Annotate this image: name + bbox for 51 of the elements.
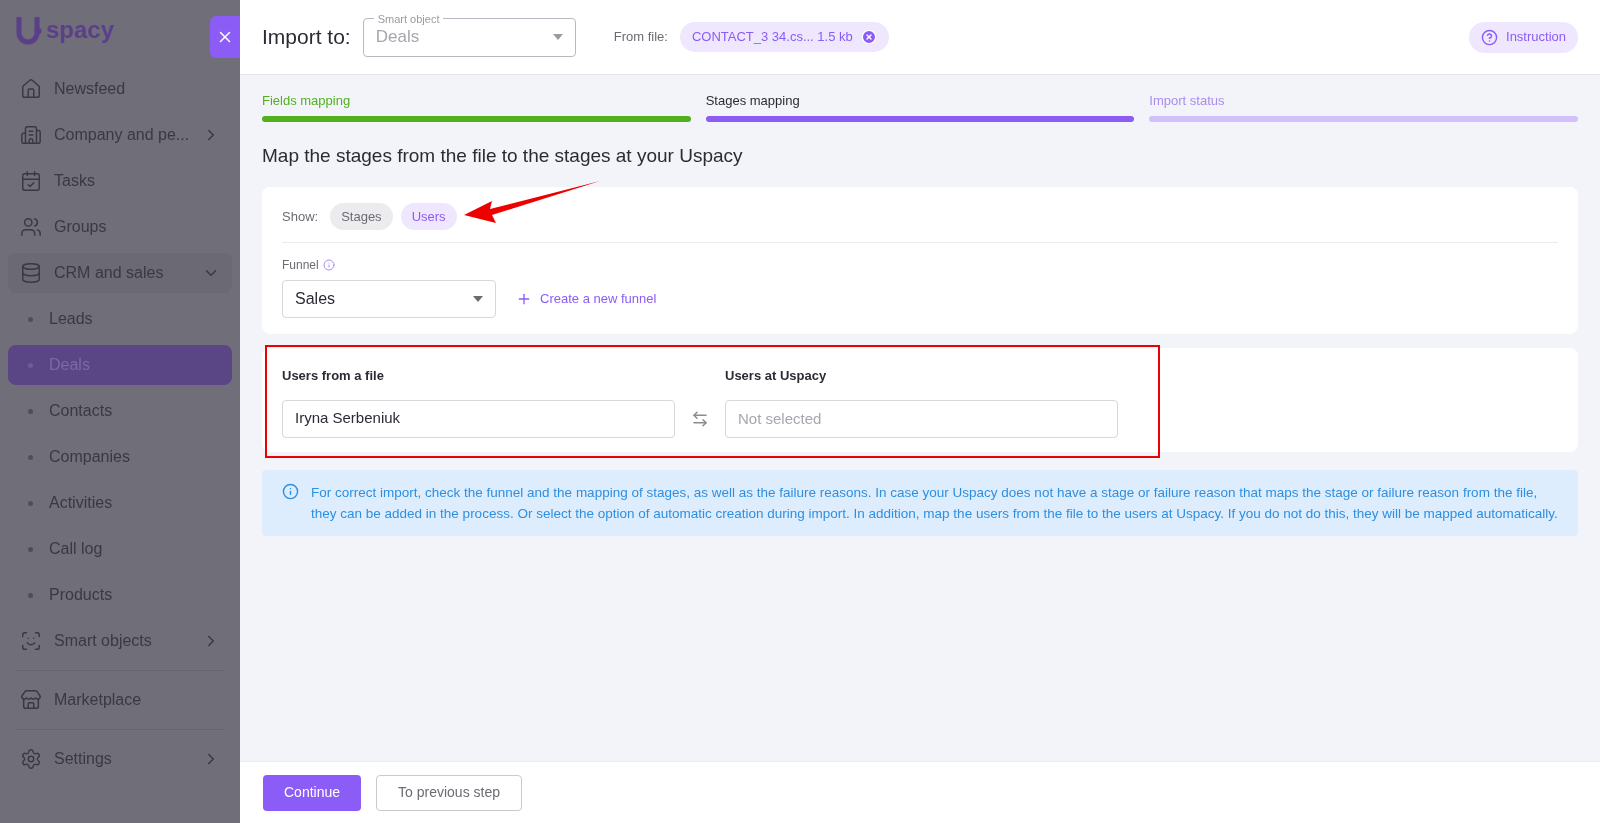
sidebar-item[interactable]: Products: [8, 575, 232, 615]
instruction-button[interactable]: Instruction: [1469, 21, 1578, 53]
sidebar-item[interactable]: Settings: [8, 739, 232, 779]
user-select-field[interactable]: Not selected: [725, 399, 1118, 438]
info-text: For correct import, check the funnel and the mapping of stages, as well as the failure reasons. In case your Uspacy does not have a stage or failure reason that maps the stage or failure reason from the file, they can be added in the process. Or select the option of automatic creation during import. In addition, map the users from the file to the users at Uspacy. If you do not do this, they will be mapped automatically.: [311, 484, 1558, 523]
store-icon: [20, 689, 42, 711]
funnel-label: Funnel: [282, 257, 319, 274]
sidebar-item[interactable]: Call log: [8, 529, 232, 569]
sidebar-item[interactable]: Smart objects: [8, 621, 232, 661]
from-file-label: From file:: [613, 28, 668, 47]
filter-chip[interactable]: Stages: [330, 203, 393, 230]
sidebar-item[interactable]: Leads: [8, 299, 232, 339]
help-icon: [1481, 28, 1498, 46]
filter-chip[interactable]: Users: [400, 203, 457, 230]
caret-icon: [552, 34, 563, 40]
continue-button[interactable]: Continue: [263, 774, 362, 811]
create-funnel-link[interactable]: Create a new funnel: [516, 289, 657, 309]
step-label: Import status: [1149, 92, 1226, 110]
close-button[interactable]: [210, 16, 240, 58]
database-icon: [20, 262, 42, 284]
sidebar-item[interactable]: Contacts: [8, 391, 232, 431]
info-icon: [322, 259, 335, 271]
caret-icon: [473, 296, 483, 302]
sidebar-item[interactable]: Marketplace: [8, 680, 232, 720]
page-title: Import to:: [262, 24, 351, 51]
scan-icon: [20, 630, 42, 652]
show-label: Show:: [282, 207, 319, 226]
users-icon: [20, 216, 42, 238]
sidebar-item[interactable]: Companies: [8, 437, 232, 477]
building-icon: [20, 124, 42, 146]
sidebar-item[interactable]: Newsfeed: [8, 69, 232, 109]
calendar-icon: [20, 170, 42, 192]
plus-icon: [516, 291, 532, 307]
funnel-select[interactable]: Sales: [282, 280, 496, 318]
file-chip: CONTACT_3 34.cs... 1.5 kb: [679, 22, 889, 52]
column-header: Users from a file: [282, 367, 385, 385]
settings-icon: [20, 748, 42, 770]
column-header: Users at Uspacy: [725, 367, 828, 385]
logo-icon: [16, 15, 42, 45]
sidebar-item[interactable]: Groups: [8, 207, 232, 247]
info-icon: [282, 483, 299, 500]
home-icon: [20, 78, 42, 100]
swap-icon: [691, 409, 709, 428]
sidebar-item[interactable]: Activities: [8, 483, 232, 523]
sidebar-item[interactable]: Tasks: [8, 161, 232, 201]
user-field[interactable]: Iryna Serbeniuk: [282, 399, 675, 438]
step-label: Stages mapping: [705, 92, 801, 110]
remove-icon[interactable]: [860, 29, 877, 45]
step-label: Fields mapping: [262, 92, 352, 110]
previous-step-button[interactable]: To previous step: [376, 774, 522, 811]
section-heading: Map the stages from the file to the stages at your Uspacy: [262, 143, 744, 168]
